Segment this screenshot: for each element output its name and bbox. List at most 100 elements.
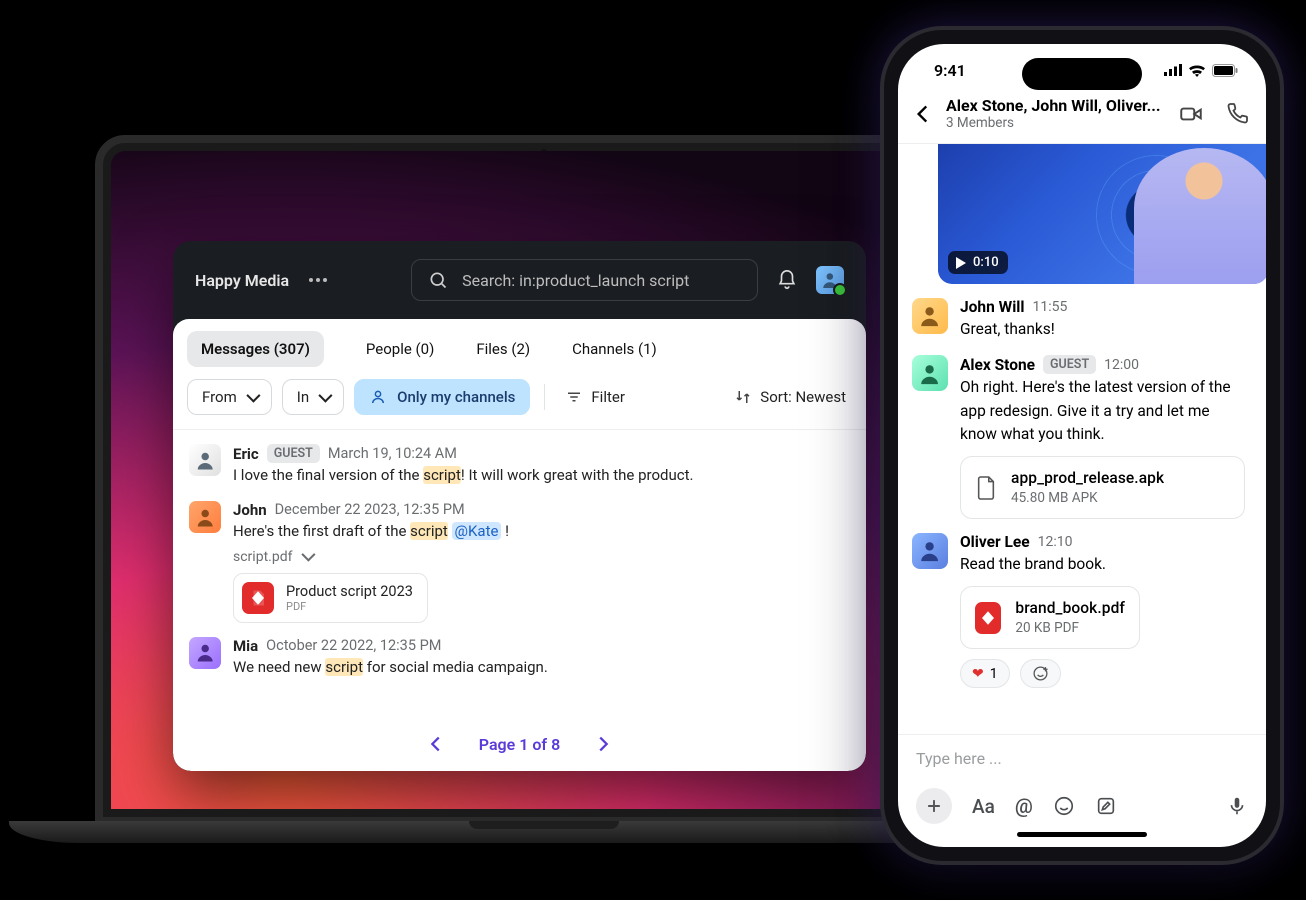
audio-call-button[interactable] (1226, 101, 1250, 125)
file-name: app_prod_release.apk (1011, 469, 1164, 487)
file-name: brand_book.pdf (1015, 599, 1125, 617)
sort-button[interactable]: Sort: Newest (728, 388, 852, 406)
guest-badge: GUEST (1043, 355, 1096, 374)
phone-screen: 9:41 Alex Stone, John Will, Oliver... 3 … (898, 44, 1266, 847)
person-icon (369, 388, 387, 406)
attachment-toggle[interactable]: script.pdf (233, 549, 850, 565)
page-indicator: Page 1 of 8 (479, 735, 560, 754)
message-text: I love the final version of the script! … (233, 465, 850, 487)
status-time: 9:41 (934, 61, 966, 80)
message-text: Read the brand book. (960, 553, 1250, 576)
reaction-heart[interactable]: ❤ 1 (960, 659, 1010, 688)
attachment-card[interactable]: Product script 2023 PDF (233, 573, 428, 623)
heart-icon: ❤ (972, 666, 984, 682)
dynamic-island (1022, 58, 1142, 90)
divider (544, 384, 545, 410)
illustration (1134, 148, 1266, 284)
prev-page-button[interactable] (425, 733, 447, 755)
message-author: Oliver Lee (960, 533, 1030, 551)
search-highlight: script (325, 658, 363, 676)
tab-files[interactable]: Files (2) (476, 340, 530, 358)
filter-in[interactable]: In (282, 379, 344, 415)
video-attachment[interactable]: 0:10 (938, 144, 1266, 284)
wifi-icon (1188, 64, 1206, 77)
avatar[interactable] (912, 298, 948, 334)
guest-badge: GUEST (267, 444, 320, 463)
message-time: 12:10 (1038, 534, 1073, 550)
message-item[interactable]: John December 22 2023, 12:35 PM Here's t… (189, 501, 850, 623)
avatar (189, 444, 221, 476)
message-item[interactable]: Mia October 22 2022, 12:35 PM We need ne… (189, 637, 850, 679)
add-attachment-button[interactable] (916, 788, 952, 824)
file-meta: 45.80 MB APK (1011, 490, 1164, 506)
voice-message-button[interactable] (1226, 794, 1248, 818)
video-call-button[interactable] (1178, 101, 1204, 127)
message-item[interactable]: Eric GUEST March 19, 10:24 AM I love the… (189, 444, 850, 487)
file-attachment[interactable]: brand_book.pdf 20 KB PDF (960, 586, 1140, 649)
battery-icon (1212, 64, 1238, 77)
phone-device: 9:41 Alex Stone, John Will, Oliver... 3 … (882, 28, 1282, 863)
message-author: Alex Stone (960, 356, 1035, 374)
composer-input[interactable]: Type here ... (916, 749, 1248, 788)
message-author: Eric (233, 445, 259, 463)
tab-people[interactable]: People (0) (366, 340, 434, 358)
more-icon[interactable] (309, 278, 327, 282)
compose-note-button[interactable] (1095, 795, 1117, 817)
chat-message: Oliver Lee 12:10 Read the brand book. br… (912, 533, 1250, 688)
chat-body[interactable]: 0:10 John Will 11:55 Great, thanks! (898, 144, 1266, 734)
chat-subtitle: 3 Members (946, 115, 1161, 131)
tab-channels[interactable]: Channels (1) (572, 340, 657, 358)
next-page-button[interactable] (592, 733, 614, 755)
attachment-title: Product script 2023 (286, 583, 413, 600)
sort-icon (734, 388, 752, 406)
message-timestamp: December 22 2023, 12:35 PM (275, 501, 465, 518)
chat-title-block[interactable]: Alex Stone, John Will, Oliver... 3 Membe… (946, 96, 1161, 131)
tab-messages[interactable]: Messages (307) (187, 331, 324, 367)
filter-from[interactable]: From (187, 379, 272, 415)
chevron-down-icon (319, 388, 329, 406)
home-indicator (1017, 832, 1147, 837)
message-text: We need new script for social media camp… (233, 657, 850, 679)
search-app-window: Happy Media Search: in:product_launch sc… (173, 241, 866, 771)
avatar[interactable] (912, 533, 948, 569)
mention-button[interactable]: @ (1015, 794, 1033, 818)
attachment-type: PDF (286, 600, 413, 613)
file-meta: 20 KB PDF (1015, 620, 1125, 636)
chat-header: Alex Stone, John Will, Oliver... 3 Membe… (898, 96, 1266, 144)
laptop-wallpaper: Happy Media Search: in:product_launch sc… (111, 151, 977, 809)
results-list: Eric GUEST March 19, 10:24 AM I love the… (173, 430, 866, 723)
filters-row: From In Only my channels Filter (173, 379, 866, 430)
message-timestamp: March 19, 10:24 AM (328, 445, 457, 462)
add-reaction-button[interactable] (1020, 659, 1061, 688)
filter-only-my-channels[interactable]: Only my channels (354, 379, 530, 415)
mention[interactable]: @Kate (452, 522, 502, 540)
smile-plus-icon (1032, 665, 1049, 682)
search-text: Search: in:product_launch script (462, 271, 689, 290)
emoji-button[interactable] (1053, 795, 1075, 817)
avatar[interactable] (912, 355, 948, 391)
reactions-row: ❤ 1 (960, 659, 1250, 688)
chat-title: Alex Stone, John Will, Oliver... (946, 96, 1161, 115)
pdf-icon (975, 602, 1001, 634)
file-attachment[interactable]: app_prod_release.apk 45.80 MB APK (960, 456, 1245, 519)
message-text: Great, thanks! (960, 318, 1250, 341)
result-tabs: Messages (307) People (0) Files (2) Chan… (173, 319, 866, 379)
message-time: 11:55 (1033, 299, 1068, 315)
message-author: John (233, 501, 267, 519)
filter-button[interactable]: Filter (559, 388, 631, 406)
notifications-button[interactable] (772, 269, 802, 291)
chat-message: Alex Stone GUEST 12:00 Oh right. Here's … (912, 355, 1250, 519)
back-button[interactable] (910, 101, 936, 127)
reaction-count: 1 (990, 666, 998, 682)
workspace-name[interactable]: Happy Media (195, 271, 289, 290)
format-text-button[interactable]: Aa (972, 795, 995, 818)
play-icon (955, 257, 967, 269)
search-input[interactable]: Search: in:product_launch script (411, 259, 758, 301)
plus-icon (924, 796, 944, 816)
video-duration: 0:10 (948, 251, 1008, 274)
chevron-down-icon (247, 388, 257, 406)
current-user-avatar[interactable] (816, 266, 844, 294)
avatar (189, 501, 221, 533)
message-composer: Type here ... Aa @ (898, 734, 1266, 847)
file-icon (975, 475, 997, 501)
